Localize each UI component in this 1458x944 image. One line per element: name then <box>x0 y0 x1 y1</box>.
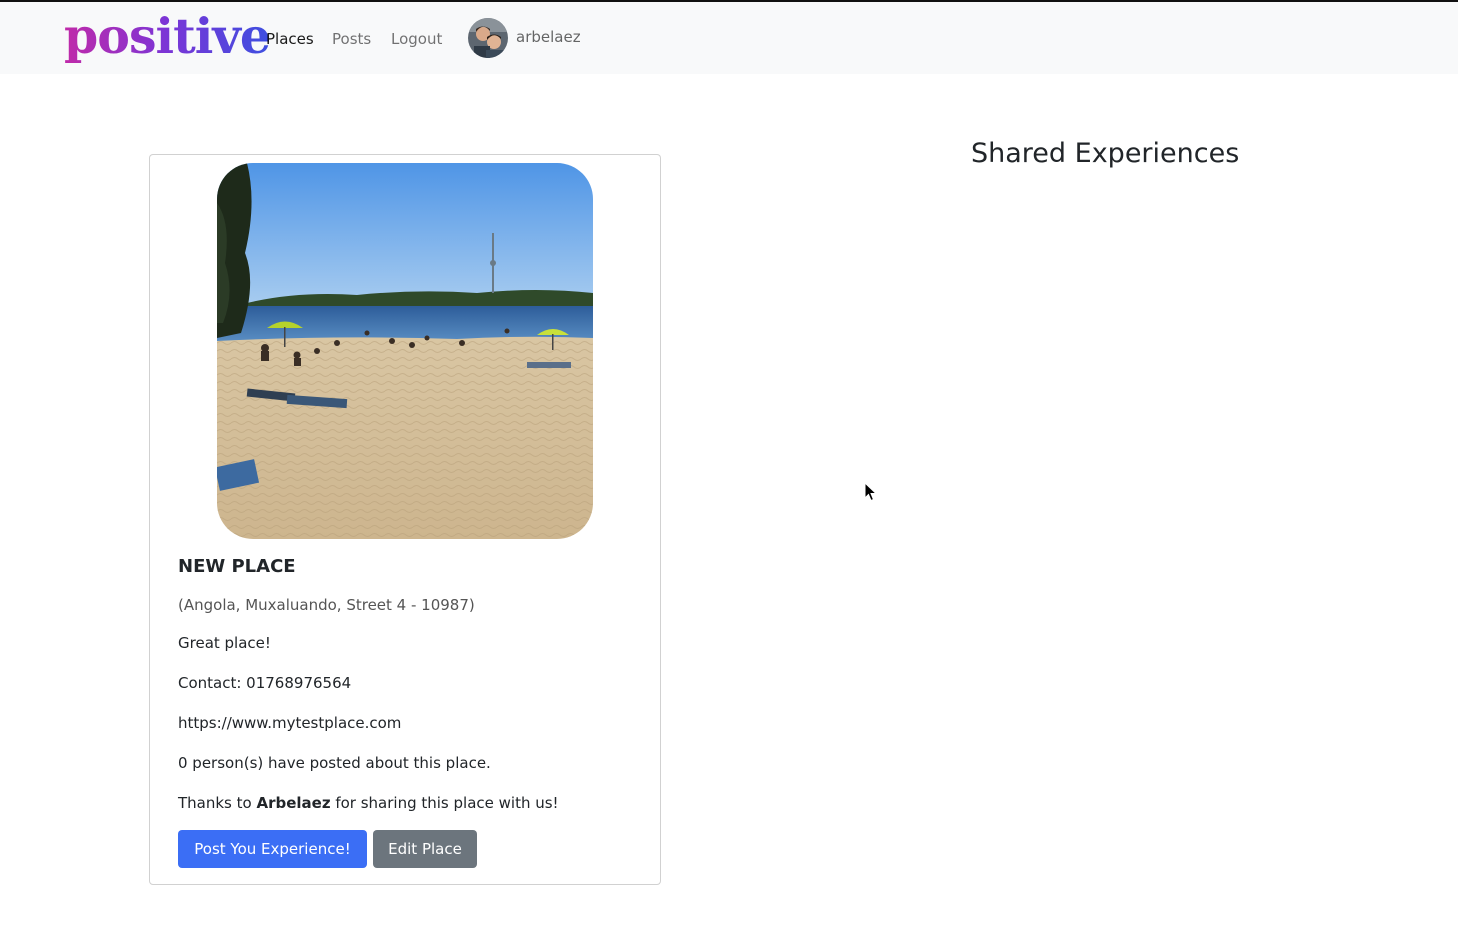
place-post-count: 0 person(s) have posted about this place… <box>178 754 491 772</box>
place-card: NEW PLACE (Angola, Muxaluando, Street 4 … <box>149 154 661 885</box>
place-description: Great place! <box>178 634 271 652</box>
place-website: https://www.mytestplace.com <box>178 714 402 732</box>
thanks-suffix: for sharing this place with us! <box>330 794 559 812</box>
thanks-prefix: Thanks to <box>178 794 257 812</box>
place-image <box>217 163 593 539</box>
avatar[interactable] <box>468 18 508 58</box>
nav-link-posts[interactable]: Posts <box>332 29 371 49</box>
nav-link-places[interactable]: Places <box>266 29 314 49</box>
post-experience-button[interactable]: Post You Experience! <box>178 830 367 868</box>
mouse-cursor-icon <box>864 482 878 502</box>
nav-link-logout[interactable]: Logout <box>391 29 442 49</box>
place-contact: Contact: 01768976564 <box>178 674 352 692</box>
navbar: positive Places Posts Logout arbelaez <box>0 2 1458 74</box>
place-thanks: Thanks to Arbelaez for sharing this plac… <box>178 793 559 813</box>
place-address: (Angola, Muxaluando, Street 4 - 10987) <box>178 596 475 614</box>
edit-place-button[interactable]: Edit Place <box>373 830 477 868</box>
username-label[interactable]: arbelaez <box>516 27 581 47</box>
brand-logo[interactable]: positive <box>64 6 271 66</box>
shared-experiences-title: Shared Experiences <box>971 138 1240 169</box>
place-title: NEW PLACE <box>178 556 296 577</box>
thanks-user: Arbelaez <box>256 794 331 812</box>
